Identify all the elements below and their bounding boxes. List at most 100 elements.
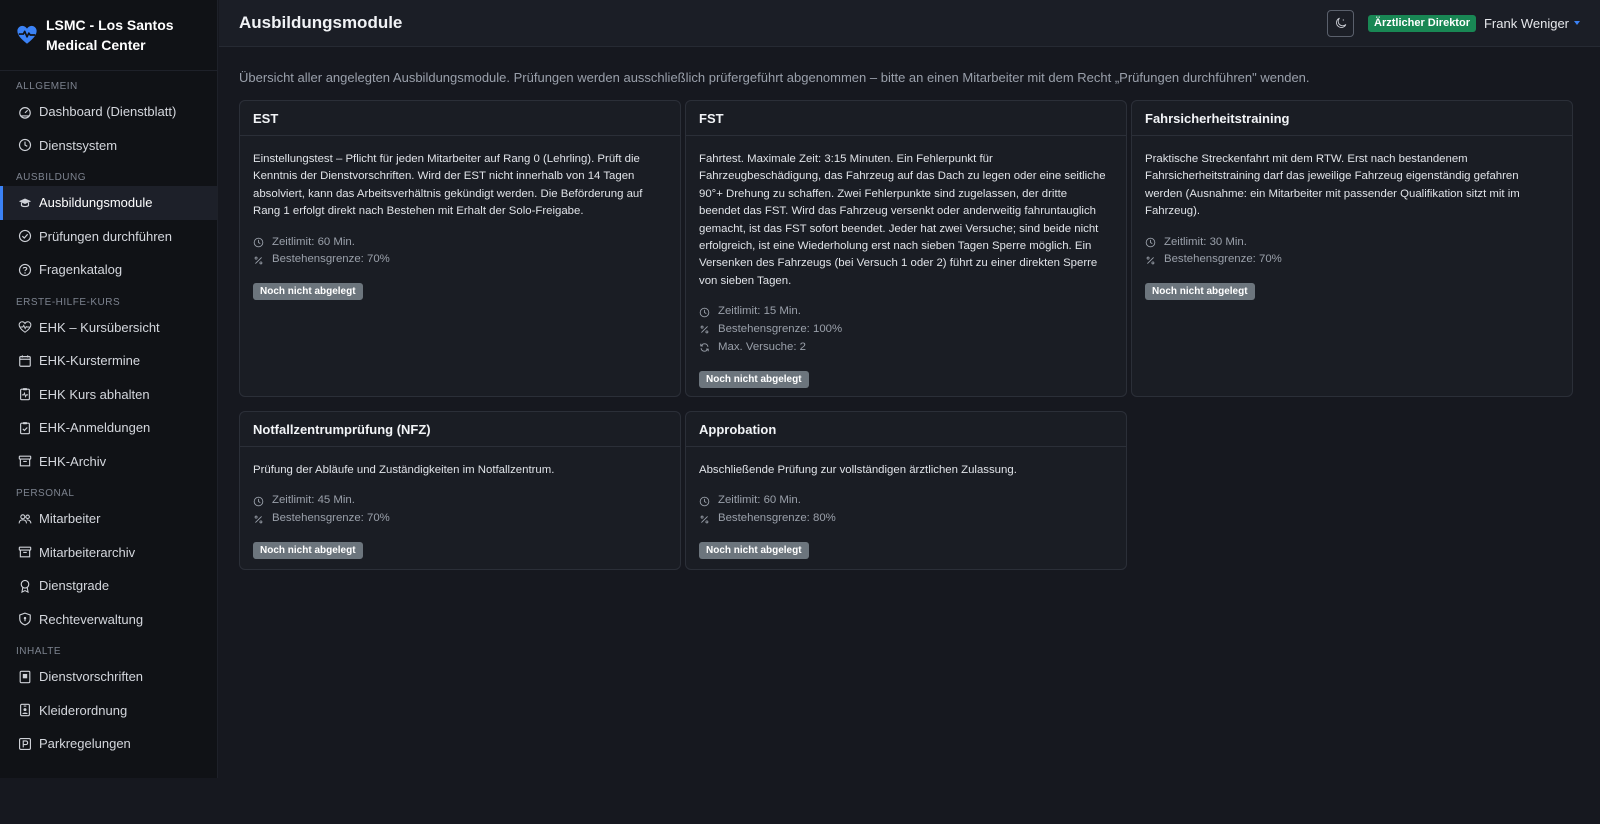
theme-toggle-button[interactable] (1327, 9, 1354, 37)
question-circle-icon (18, 263, 32, 276)
clipboard-check-icon (20, 421, 30, 435)
nav-icon-wrap (18, 320, 32, 334)
module-card-notfallzentrumprufung-nfz: Notfallzentrumprüfung (NFZ) Prüfung der A… (239, 411, 681, 570)
role-badge: Ärztlicher Direktor (1368, 14, 1476, 32)
meta-text: Zeitlimit: 60 Min. (718, 494, 801, 507)
description-line: von sieben Tagen. (699, 274, 792, 287)
meta-text: Zeitlimit: 15 Min. (718, 305, 801, 318)
sidebar-item-mitarbeiter[interactable]: Mitarbeiter (0, 502, 217, 536)
clock-icon (699, 496, 710, 507)
nav-icon-wrap (18, 229, 32, 243)
nav-section-erste-hilfe-kurs: ERSTE-HILFE-KURS (16, 296, 121, 308)
sidebar-item-label: Parkregelungen (39, 736, 131, 752)
module-body: Fahrtest. Maximale Zeit: 3:15 Minuten. E… (686, 136, 1126, 388)
user-name: Frank Weniger (1483, 15, 1569, 31)
journal-icon (19, 670, 31, 684)
clock-icon (1145, 237, 1156, 248)
module-title: Notfallzentrumprüfung (NFZ) (240, 412, 680, 447)
sidebar-item-label: Mitarbeiter (39, 511, 101, 527)
clock-icon (18, 139, 32, 152)
sidebar-item-ehk-archiv[interactable]: EHK-Archiv (0, 445, 217, 479)
description-line: Fahrtest. Maximale Zeit: 3:15 Minuten. E… (699, 153, 993, 165)
sidebar-item-parkregelungen[interactable]: Parkregelungen (0, 727, 217, 761)
brand[interactable]: LSMC - Los Santos Medical Center (0, 0, 217, 71)
brand-name-line2: Medical Center (46, 37, 146, 53)
sidebar-item-label: EHK-Kurstermine (39, 353, 141, 369)
nav-icon-wrap (18, 421, 32, 435)
meta-row: Bestehensgrenze: 100% (699, 321, 1113, 339)
module-body: Praktische Streckenfahrt mit dem RTW. Er… (1132, 136, 1572, 301)
meta-row: Zeitlimit: 60 Min. (253, 234, 667, 252)
meta-text: Zeitlimit: 60 Min. (272, 235, 355, 248)
sidebar-item-label: Dashboard (Dienstblatt) (39, 104, 177, 120)
sidebar-item-label: EHK-Archiv (39, 453, 107, 469)
meta-text: Zeitlimit: 30 Min. (1164, 235, 1247, 248)
meta-text: Zeitlimit: 45 Min. (272, 494, 355, 507)
user-menu[interactable]: Frank Weniger (1484, 16, 1580, 31)
sidebar: LSMC - Los Santos Medical Center ALLGEME… (0, 0, 218, 778)
sidebar-item-fragenkatalog[interactable]: Fragenkatalog (0, 253, 217, 287)
status-badge: Noch nicht abgelegt (253, 542, 363, 559)
sidebar-item-ehk-anmeldungen[interactable]: EHK-Anmeldungen (0, 411, 217, 445)
module-title: Fahrsicherheitstraining (1132, 101, 1572, 136)
percent-icon (254, 256, 263, 265)
intro-text: Übersicht aller angelegten Ausbildungsmo… (239, 70, 1310, 85)
check-circle-icon (18, 230, 32, 243)
sidebar-item-rechteverwaltung[interactable]: Rechteverwaltung (0, 603, 217, 637)
module-description: Praktische Streckenfahrt mit dem RTW. Er… (1145, 151, 1559, 221)
percent-icon (254, 515, 263, 523)
award-icon (20, 579, 30, 593)
meta-text: Max. Versuche: 2 (718, 340, 807, 353)
description-line: Rang 1 erfolgt direkt nach Bestehen mit … (253, 205, 584, 218)
description-line: Praktische Streckenfahrt mit dem RTW. Er… (1145, 153, 1468, 165)
description-line: Einstellungstest – Pflicht für jeden Mit… (253, 153, 640, 165)
module-description: Fahrtest. Maximale Zeit: 3:15 Minuten. E… (699, 151, 1113, 290)
description-line: beendet das FST. Wird das Fahrzeug verse… (699, 205, 1096, 218)
description-line: werden (Ausnahme: ein Mitarbeiter mit pa… (1145, 187, 1520, 200)
description-line: 90°+ Drehung zu schaffen. Zwei Fehlerpun… (699, 187, 1068, 200)
description-line: Fahrzeug). (1145, 205, 1201, 218)
nav-icon-wrap (18, 387, 32, 401)
meta-row: Zeitlimit: 45 Min. (253, 492, 667, 510)
sidebar-item-dienstgrade[interactable]: Dienstgrade (0, 569, 217, 603)
meta-text: Bestehensgrenze: 70% (1164, 253, 1282, 266)
description-line: Kenntnis der Dienstvorschriften. Wird de… (253, 170, 635, 183)
nav-icon-wrap (18, 105, 32, 119)
sidebar-item-prufungen-durchfuhren[interactable]: Prüfungen durchführen (0, 220, 217, 254)
main-content: Übersicht aller angelegten Ausbildungsmo… (239, 47, 1594, 570)
shield-icon (19, 612, 31, 626)
nav-section-ausbildung: AUSBILDUNG (16, 172, 87, 183)
sidebar-item-label: Prüfungen durchführen (39, 228, 172, 244)
nav-icon-wrap (18, 579, 32, 593)
clock-icon (699, 307, 710, 317)
sidebar-item-ehk-kurstermine[interactable]: EHK-Kurstermine (0, 344, 217, 378)
percent-icon (1146, 256, 1155, 265)
archive-icon (18, 546, 32, 558)
sidebar-item-ausbildungsmodule[interactable]: Ausbildungsmodule (0, 186, 217, 220)
nav-icon-wrap (18, 138, 32, 152)
sidebar-item-ehk-kurs-abhalten[interactable]: EHK Kurs abhalten (0, 378, 217, 412)
heart-pulse-logo-icon (17, 25, 37, 44)
sidebar-item-mitarbeiterarchiv[interactable]: Mitarbeiterarchiv (0, 536, 217, 570)
description-line: absolviert, kann das Arbeitsverhältnis g… (253, 187, 643, 200)
topbar: Ausbildungsmodule Ärztlicher Direktor Fr… (219, 0, 1600, 47)
clock-icon (253, 237, 264, 248)
brand-name-line1: LSMC - Los Santos (46, 17, 174, 33)
sidebar-item-dashboard-dienstblatt[interactable]: Dashboard (Dienstblatt) (0, 95, 217, 129)
sidebar-item-kleiderordnung[interactable]: Kleiderordnung (0, 694, 217, 728)
archive-icon (18, 455, 32, 467)
sidebar-item-dienstvorschriften[interactable]: Dienstvorschriften (0, 660, 217, 694)
meta-text: Bestehensgrenze: 70% (272, 512, 390, 525)
meta-row: Zeitlimit: 15 Min. (699, 303, 1113, 321)
clipboard-pulse-icon (20, 388, 30, 401)
meta-text: Bestehensgrenze: 80% (718, 512, 836, 525)
description-line: Fahrzeugbeschädigung, das Fahrzeug auf d… (699, 170, 1106, 183)
module-title: EST (240, 101, 680, 136)
meta-row: Max. Versuche: 2 (699, 339, 1113, 357)
sidebar-item-dienstsystem[interactable]: Dienstsystem (0, 129, 217, 163)
repeat-icon (700, 343, 709, 352)
meta-row: Bestehensgrenze: 70% (253, 510, 667, 528)
caret-down-icon (1574, 21, 1580, 25)
module-card-approbation: Approbation Abschließende Prüfung zur vol… (685, 411, 1127, 570)
sidebar-item-ehk-kursubersicht[interactable]: EHK – Kursübersicht (0, 311, 217, 345)
